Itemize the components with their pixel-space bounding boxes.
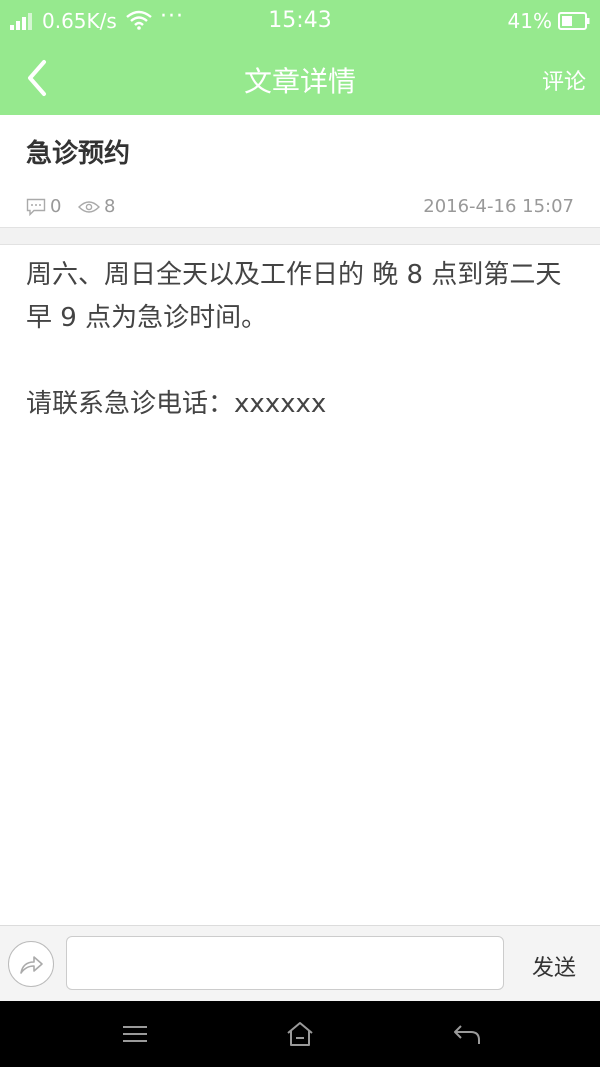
comment-input-bar: 发送 bbox=[0, 925, 600, 1001]
article-title: 急诊预约 bbox=[26, 139, 131, 169]
app-header: 文章详情 评论 bbox=[0, 44, 600, 115]
article-body: 周六、周日全天以及工作日的 晚 8 点到第二天早 9 点为急诊时间。 请联系急诊… bbox=[26, 254, 586, 426]
send-button[interactable]: 发送 bbox=[532, 950, 576, 982]
battery-icon bbox=[558, 12, 590, 30]
comment-button[interactable]: 评论 bbox=[542, 64, 586, 96]
share-arrow-icon bbox=[20, 956, 43, 974]
comment-bubble-icon bbox=[26, 198, 46, 216]
home-icon[interactable] bbox=[285, 1020, 315, 1048]
eye-icon bbox=[78, 201, 100, 213]
comment-input[interactable] bbox=[66, 936, 504, 990]
menu-icon[interactable] bbox=[120, 1020, 150, 1048]
system-nav-bar bbox=[0, 1001, 600, 1067]
article-header: 急诊预约 0 8 2016-4-16 15:07 bbox=[0, 115, 600, 227]
comment-count: 0 bbox=[50, 196, 62, 217]
return-icon[interactable] bbox=[452, 1020, 482, 1048]
battery-percent: 41% bbox=[507, 9, 552, 33]
article-paragraph: 请联系急诊电话：xxxxxx bbox=[26, 389, 327, 419]
article-date: 2016-4-16 15:07 bbox=[423, 196, 574, 217]
status-bar: 0.65K/s ··· 15:43 41% bbox=[0, 0, 600, 44]
view-count: 8 bbox=[104, 196, 116, 217]
page-title: 文章详情 bbox=[243, 65, 356, 98]
section-divider bbox=[0, 227, 600, 245]
top-bar: 0.65K/s ··· 15:43 41% 文章详情 评论 bbox=[0, 0, 600, 115]
article-meta: 0 8 2016-4-16 15:07 bbox=[26, 195, 574, 221]
article-paragraph: 周六、周日全天以及工作日的 晚 8 点到第二天早 9 点为急诊时间。 bbox=[26, 260, 562, 333]
share-button[interactable] bbox=[8, 941, 54, 987]
